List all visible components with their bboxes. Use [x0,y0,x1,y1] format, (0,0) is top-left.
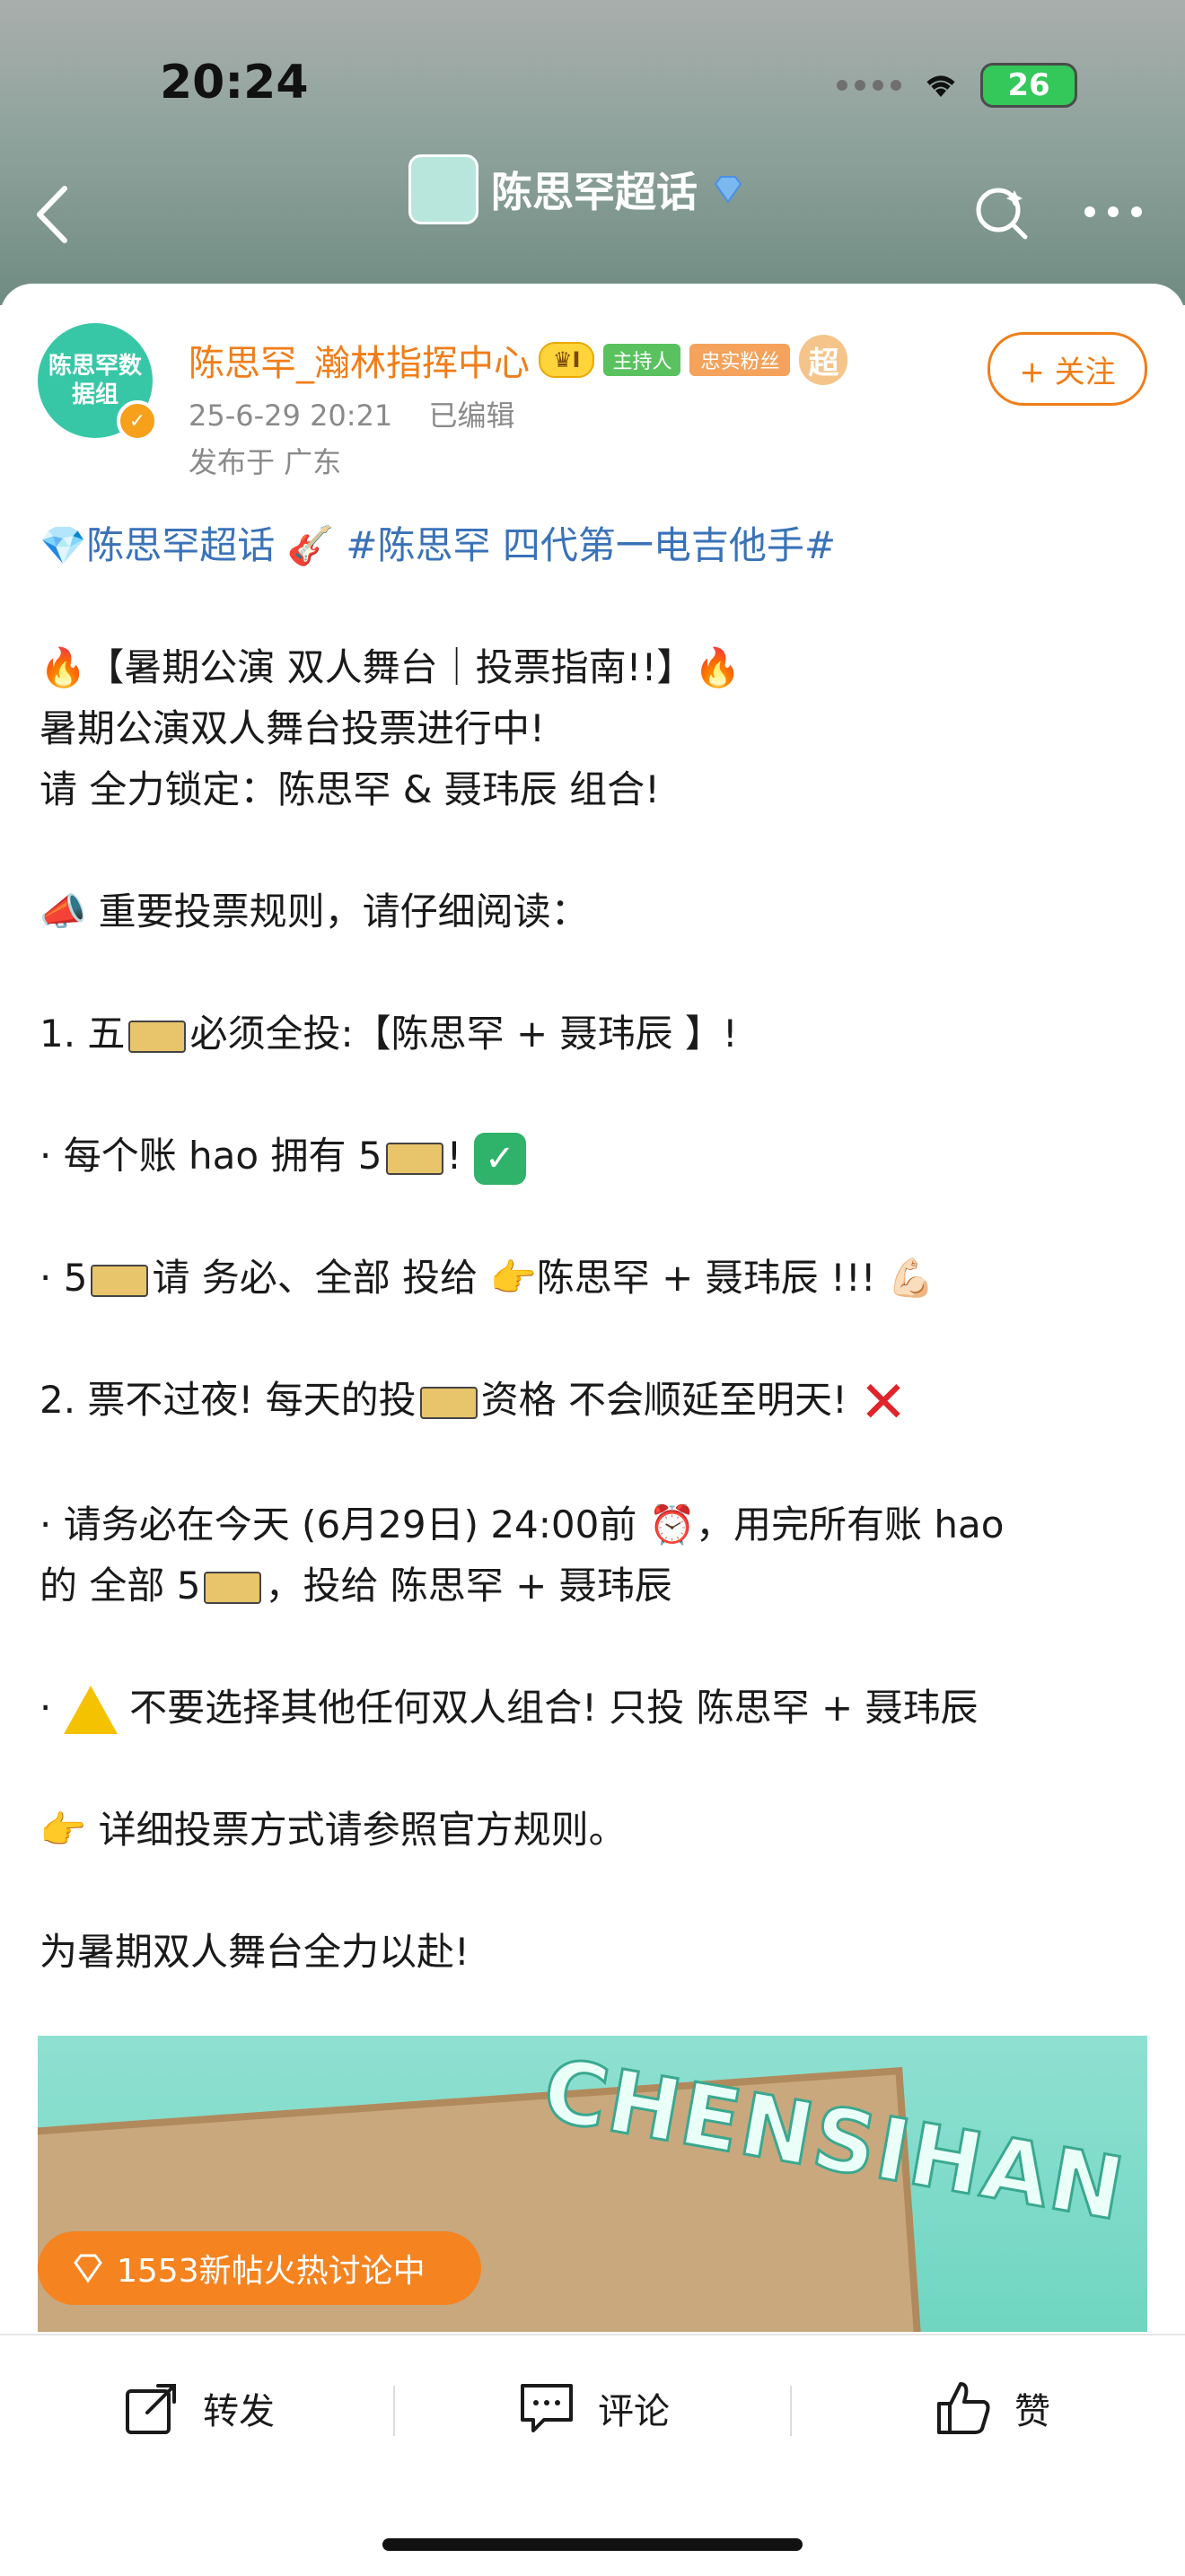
post-location: 发布于 广东 [189,445,342,479]
ticket-icon [385,1142,443,1175]
bottom-action-bar: 转发 评论 赞 [0,2334,1185,2576]
comment-label: 评论 [598,2391,670,2432]
share-icon [126,2384,176,2434]
crown-level-text: I [572,347,581,372]
cross-mark-icon: ✕ [859,1369,908,1436]
ticket-icon [91,1264,149,1297]
wifi-icon [926,75,955,97]
ticket-icon [419,1386,478,1419]
warning-icon [63,1686,118,1734]
post-meta: 25-6-29 20:21 已编辑 [189,393,514,434]
fan-badge: 忠实粉丝 [689,344,791,376]
post-card: 陈思罕数据组 ✓ 陈思罕_瀚林指挥中心 ♛ I 主持人 忠实粉丝 超 + 关注 … [0,284,1185,2334]
supertopic-avatar [408,154,478,224]
repost-label: 转发 [203,2391,275,2432]
post-line: 的 全部 5 ，投给 陈思罕 + 聂玮辰 [40,1563,672,1608]
edited-label: 已编辑 [428,399,515,433]
thumbs-up-icon [937,2382,990,2434]
follow-button[interactable]: + 关注 [988,332,1147,406]
back-button[interactable] [31,183,75,246]
author-row: 陈思罕_瀚林指挥中心 ♛ I 主持人 忠实粉丝 超 [189,334,848,386]
page-title[interactable]: 陈思罕超话 [408,154,746,224]
post-line: 2. 票不过夜! 每天的投 资格 不会顺延至明天! ✕ [40,1369,908,1436]
post-line: 为暑期双人舞台全力以赴! [40,1929,470,1974]
post-line: 🔥【暑期公演 双人舞台｜投票指南!!】🔥 [40,645,742,689]
post-line: · 5请 务必、全部 投给 👉陈思罕 + 聂玮辰 !!! 💪🏻 [40,1256,935,1300]
post-line: 1. 五必须全投:【陈思罕 + 聂玮辰 】! [40,1012,738,1056]
cellular-signal-icon [837,80,901,91]
home-indicator [382,2538,803,2551]
diamond-icon [714,176,742,204]
post-body: 💎陈思罕超话 🎸 #陈思罕 四代第一电吉他手# 🔥【暑期公演 双人舞台｜投票指南… [40,515,1153,1983]
like-label: 赞 [1014,2391,1050,2432]
battery-level: 26 [1007,67,1050,103]
repost-button[interactable]: 转发 [122,2379,275,2438]
battery-indicator: 26 [980,63,1077,108]
topic-line[interactable]: 💎陈思罕超话 🎸 #陈思罕 四代第一电吉他手# [40,515,1153,576]
divider [393,2386,395,2436]
crown-level-badge: ♛ I [539,342,595,378]
post-line: 暑期公演双人舞台投票进行中! [40,706,545,750]
post-line: 请 全力锁定：陈思罕 & 聂玮辰 组合! [40,767,660,811]
search-icon[interactable] [971,183,1031,242]
ticket-icon [204,1572,262,1604]
divider [790,2386,792,2436]
post-line: 📣 重要投票规则，请仔细阅读： [40,889,589,933]
verified-badge-icon: ✓ [117,400,158,442]
status-time: 20:24 [160,56,309,110]
status-indicators: 26 [837,63,1077,108]
post-line: 👉 详细投票方式请参照官方规则。 [40,1807,627,1852]
post-line: · 每个账 hao 拥有 5! ✓ [40,1126,1153,1187]
super-badge: 超 [799,335,848,385]
post-line: · 请务必在今天 (6月29日) 24:00前 ⏰，用完所有账 hao [40,1502,1005,1546]
like-button[interactable]: 赞 [934,2379,1050,2438]
comment-icon [521,2384,573,2432]
diamond-icon [74,2254,102,2283]
page-title-text: 陈思罕超话 [491,168,698,216]
more-options-icon[interactable] [1084,206,1142,217]
check-mark-icon: ✓ [473,1132,526,1185]
hot-discussion-text: 1553新帖火热讨论中 [117,2253,426,2290]
ticket-icon [128,1020,187,1053]
post-line: · 不要选择其他任何双人组合! 只投 陈思罕 + 聂玮辰 [40,1678,1153,1739]
comment-button[interactable]: 评论 [517,2379,670,2438]
hot-discussion-pill[interactable]: 1553新帖火热讨论中 [38,2231,481,2305]
top-header: 20:24 26 陈思罕超话 [0,0,1185,305]
post-timestamp: 25-6-29 20:21 [189,399,393,433]
host-badge: 主持人 [603,344,681,376]
author-name[interactable]: 陈思罕_瀚林指挥中心 [189,334,530,386]
